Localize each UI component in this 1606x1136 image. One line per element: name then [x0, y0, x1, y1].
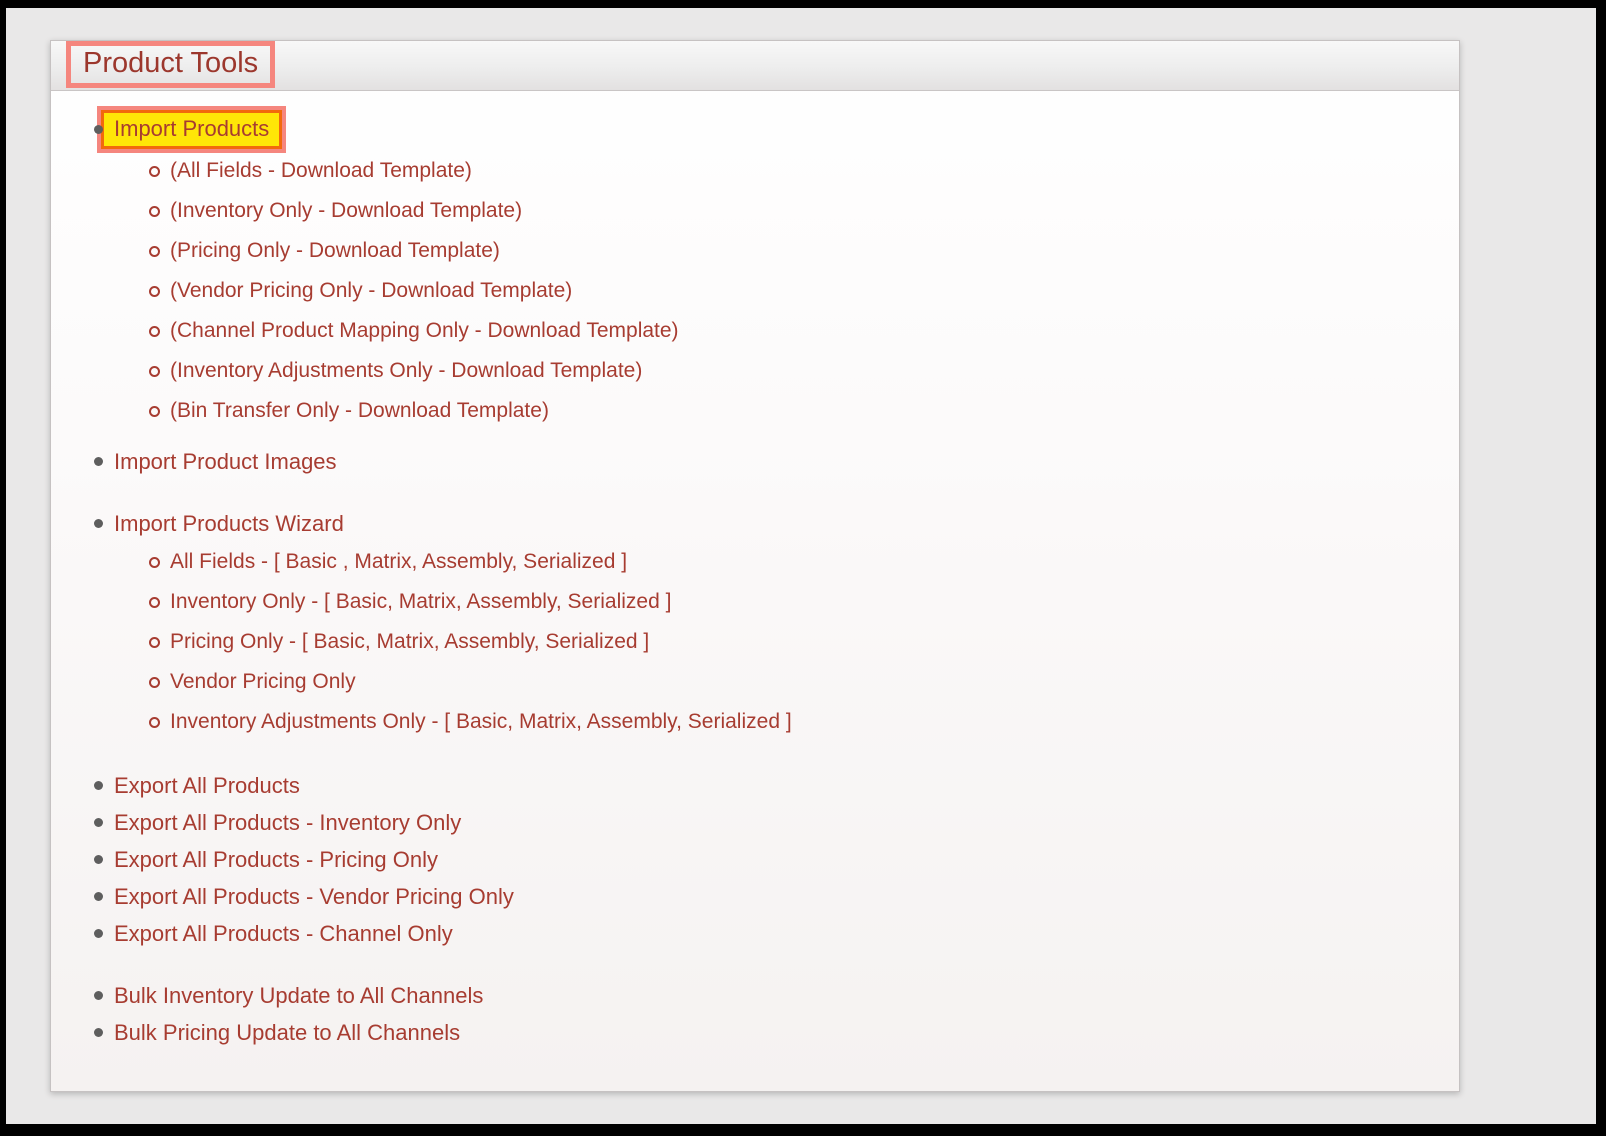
- link-export-all-products-vendor-pricing-only[interactable]: Export All Products - Vendor Pricing Onl…: [114, 884, 514, 909]
- sub-list-item-vendor-pricing-only[interactable]: Vendor Pricing Only: [149, 662, 1429, 702]
- product-tools-panel: Product Tools Import Products (All Fields…: [50, 40, 1460, 1092]
- link-all-fields-download-template[interactable]: (All Fields - Download Template): [170, 159, 472, 182]
- list-item-export-all-products-inventory-only[interactable]: Export All Products - Inventory Only: [93, 804, 1429, 841]
- list-item-import-products-wizard[interactable]: Import Products Wizard All Fields - [ Bas…: [93, 505, 1429, 742]
- sub-list-item-vendor-pricing-only-download-template[interactable]: (Vendor Pricing Only - Download Template…: [149, 271, 1429, 311]
- link-channel-product-mapping-only-download-te[interactable]: (Channel Product Mapping Only - Download…: [170, 319, 679, 342]
- menu-group: Import Products (All Fields - Download Te…: [93, 106, 1429, 480]
- sub-list-item-all-fields-download-template[interactable]: (All Fields - Download Template): [149, 151, 1429, 191]
- link-inventory-only-basic-matrix-assembly-ser[interactable]: Inventory Only - [ Basic, Matrix, Assemb…: [170, 590, 671, 613]
- page-background: Product Tools Import Products (All Fields…: [6, 8, 1596, 1124]
- sub-list-item-channel-product-mapping-only-download-te[interactable]: (Channel Product Mapping Only - Download…: [149, 311, 1429, 351]
- list-item-import-products[interactable]: Import Products (All Fields - Download Te…: [93, 106, 1429, 431]
- link-export-all-products-inventory-only[interactable]: Export All Products - Inventory Only: [114, 810, 461, 835]
- link-bin-transfer-only-download-template[interactable]: (Bin Transfer Only - Download Template): [170, 399, 549, 422]
- list-item-bulk-inventory-update-to-all-channels[interactable]: Bulk Inventory Update to All Channels: [93, 977, 1429, 1014]
- sub-list-item-inventory-only-basic-matrix-assembly-ser[interactable]: Inventory Only - [ Basic, Matrix, Assemb…: [149, 582, 1429, 622]
- link-vendor-pricing-only-download-template[interactable]: (Vendor Pricing Only - Download Template…: [170, 279, 572, 302]
- list-item-bulk-pricing-update-to-all-channels[interactable]: Bulk Pricing Update to All Channels: [93, 1014, 1429, 1051]
- link-import-products-wizard[interactable]: Import Products Wizard: [114, 511, 344, 536]
- link-bulk-inventory-update-to-all-channels[interactable]: Bulk Inventory Update to All Channels: [114, 983, 483, 1008]
- link-import-product-images[interactable]: Import Product Images: [114, 449, 337, 474]
- link-all-fields-basic-matrix-assembly-seriali[interactable]: All Fields - [ Basic , Matrix, Assembly,…: [170, 550, 627, 573]
- link-pricing-only-basic-matrix-assembly-seria[interactable]: Pricing Only - [ Basic, Matrix, Assembly…: [170, 630, 649, 653]
- sub-list-item-bin-transfer-only-download-template[interactable]: (Bin Transfer Only - Download Template): [149, 391, 1429, 431]
- title-annotation-box: Product Tools: [66, 41, 276, 88]
- menu-content: Import Products (All Fields - Download Te…: [51, 91, 1459, 1051]
- sub-menu: All Fields - [ Basic , Matrix, Assembly,…: [149, 542, 1429, 742]
- link-inventory-adjustments-only-basic-matrix-[interactable]: Inventory Adjustments Only - [ Basic, Ma…: [170, 710, 792, 733]
- list-item-export-all-products-pricing-only[interactable]: Export All Products - Pricing Only: [93, 841, 1429, 878]
- link-export-all-products-channel-only[interactable]: Export All Products - Channel Only: [114, 921, 453, 946]
- link-inventory-adjustments-only-download-temp[interactable]: (Inventory Adjustments Only - Download T…: [170, 359, 642, 382]
- sub-list-item-all-fields-basic-matrix-assembly-seriali[interactable]: All Fields - [ Basic , Matrix, Assembly,…: [149, 542, 1429, 582]
- page-title: Product Tools: [83, 47, 259, 79]
- list-item-export-all-products[interactable]: Export All Products: [93, 767, 1429, 804]
- link-export-all-products[interactable]: Export All Products: [114, 773, 300, 798]
- highlighted-link-import-products[interactable]: Import Products: [96, 106, 287, 153]
- list-item-import-product-images[interactable]: Import Product Images: [93, 443, 1429, 480]
- sub-list-item-pricing-only-basic-matrix-assembly-seria[interactable]: Pricing Only - [ Basic, Matrix, Assembly…: [149, 622, 1429, 662]
- sub-list-item-pricing-only-download-template[interactable]: (Pricing Only - Download Template): [149, 231, 1429, 271]
- sub-list-item-inventory-adjustments-only-basic-matrix-[interactable]: Inventory Adjustments Only - [ Basic, Ma…: [149, 702, 1429, 742]
- menu-group: Bulk Inventory Update to All Channels Bul…: [93, 977, 1429, 1051]
- panel-header: Product Tools: [51, 41, 1459, 91]
- menu-group: Import Products Wizard All Fields - [ Bas…: [93, 505, 1429, 742]
- link-vendor-pricing-only[interactable]: Vendor Pricing Only: [170, 670, 356, 693]
- list-item-export-all-products-vendor-pricing-only[interactable]: Export All Products - Vendor Pricing Onl…: [93, 878, 1429, 915]
- sub-menu: (All Fields - Download Template) (Invento…: [149, 151, 1429, 431]
- menu-group: Export All Products Export All Products -…: [93, 767, 1429, 952]
- link-inventory-only-download-template[interactable]: (Inventory Only - Download Template): [170, 199, 522, 222]
- link-pricing-only-download-template[interactable]: (Pricing Only - Download Template): [170, 239, 500, 262]
- sub-list-item-inventory-adjustments-only-download-temp[interactable]: (Inventory Adjustments Only - Download T…: [149, 351, 1429, 391]
- link-export-all-products-pricing-only[interactable]: Export All Products - Pricing Only: [114, 847, 438, 872]
- link-bulk-pricing-update-to-all-channels[interactable]: Bulk Pricing Update to All Channels: [114, 1020, 460, 1045]
- sub-list-item-inventory-only-download-template[interactable]: (Inventory Only - Download Template): [149, 191, 1429, 231]
- list-item-export-all-products-channel-only[interactable]: Export All Products - Channel Only: [93, 915, 1429, 952]
